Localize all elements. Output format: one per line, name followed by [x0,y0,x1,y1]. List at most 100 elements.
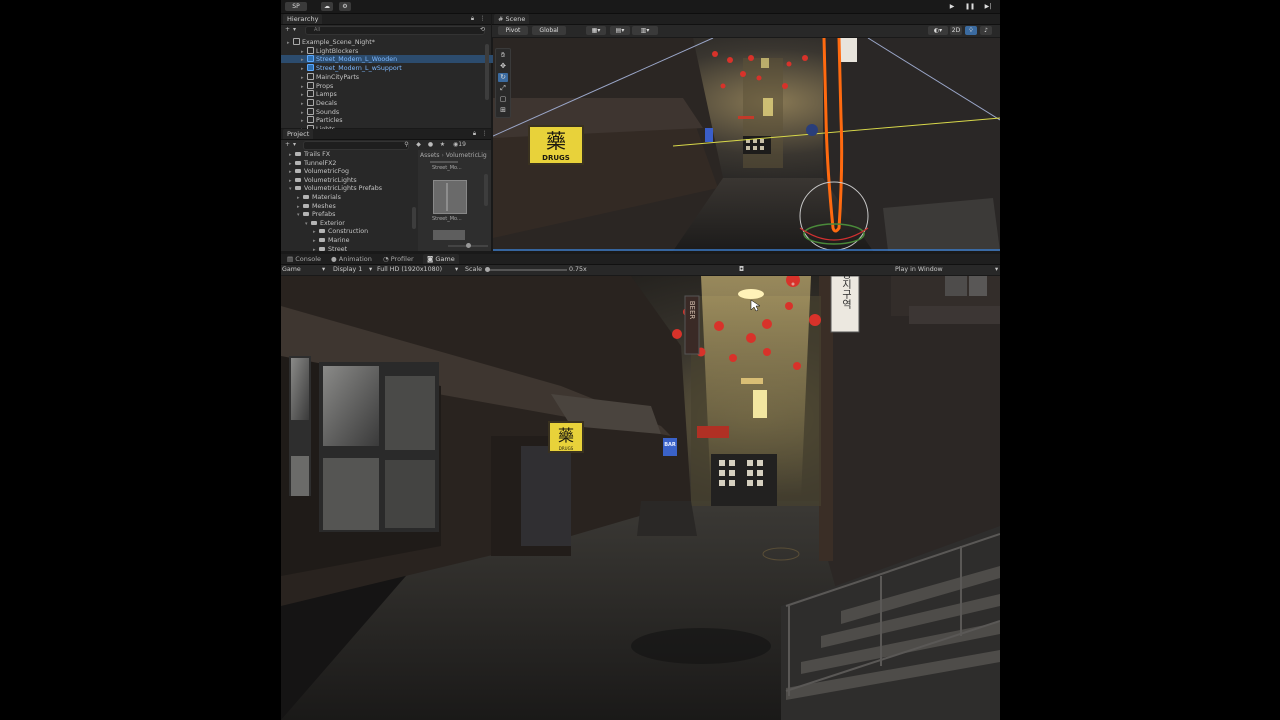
search-options-icon[interactable]: ⟲ [479,26,486,33]
console-icon: ▤ [287,255,294,263]
mode-2d-button[interactable]: 2D [950,26,962,35]
play-icon[interactable]: ▶ [946,2,958,11]
tab-project-label: Project [287,130,310,138]
scale-tool-icon[interactable]: ⤢ [498,84,508,93]
tab-profiler[interactable]: ◔ Profiler [379,254,418,264]
folder-icon [295,160,301,165]
hierarchy-scrollbar[interactable] [485,44,489,100]
add-icon[interactable]: + [284,141,291,148]
hierarchy-item[interactable]: ▸ Sounds [281,107,501,116]
game-sign-drugs-glyph: 藥 [558,426,574,445]
tab-hierarchy[interactable]: Hierarchy [283,14,323,24]
visibility-count-label: 19 [458,141,466,148]
hierarchy-item[interactable]: ▸ Props [281,81,501,90]
tab-project[interactable]: Project [283,129,314,139]
grid-snap-button[interactable]: ▤▾ [610,26,630,35]
add-icon[interactable]: + [284,26,291,33]
hierarchy-item[interactable]: ▸ Particles [281,116,501,124]
tab-animation[interactable]: ● Animation [327,254,376,264]
lighting-toggle-icon[interactable]: 💡︎ [965,26,977,35]
play-mode-label: Play in Window [895,266,943,273]
game-view[interactable]: 승지구역 BEER 藥 DRUGS BAR [281,276,1000,720]
settings-icon[interactable]: ⚙ [339,2,351,11]
hierarchy-search[interactable]: All [305,26,485,35]
rect-tool-icon[interactable]: ▢ [498,95,508,104]
animation-icon: ● [331,255,337,263]
visibility-count[interactable]: ◉19 [453,141,466,148]
project-folder-item[interactable]: ▾ VolumetricLights Prefabs [281,185,419,193]
project-folder-label: Materials [312,194,341,201]
rotate-tool-icon[interactable]: ↻ [498,73,508,82]
project-folder-label: VolumetricLights Prefabs [304,185,383,193]
zoom-slider[interactable] [448,243,488,248]
tab-animation-label: Animation [338,255,372,263]
project-search[interactable] [303,141,409,150]
account-button[interactable]: SP [285,2,307,11]
hierarchy-item[interactable]: ▸ LightBlockers [281,46,501,55]
dropdown-icon[interactable]: ▾ [291,141,298,148]
lock-icon[interactable]: 🔒︎ [471,130,478,137]
hand-tool-icon[interactable]: ✋︎ [498,51,508,60]
project-folder-item[interactable]: ▸ VolumetricFog [281,168,419,176]
asset-thumbnail[interactable] [433,180,467,214]
kebab-icon[interactable]: ⋮ [479,15,486,22]
folder-icon [319,229,325,234]
game-view-dropdown[interactable]: Game ▾ [282,265,326,275]
star-icon[interactable]: ★ [439,141,446,148]
global-dropdown[interactable]: Global [532,26,566,35]
hierarchy-item[interactable]: ▸ Street_Modern_L_wSupport [281,64,501,72]
project-folder-item[interactable]: ▸ VolumetricLights [281,177,419,185]
audio-toggle-icon[interactable]: ♪ [980,26,992,35]
increment-snap-button[interactable]: ▥▾ [632,26,658,35]
folder-icon [295,169,301,174]
cloud-icon[interactable]: ☁ [321,2,333,11]
breadcrumb-folder[interactable]: VolumetricLig [446,152,487,159]
label-icon[interactable]: ◆ [415,141,422,148]
pause-icon[interactable]: ❚❚ [964,2,976,11]
scene-render: 藥 DRUGS [493,38,1000,251]
move-tool-icon[interactable]: ✥ [498,62,508,71]
hierarchy-item[interactable]: ▸ Decals [281,98,501,107]
project-folder-label: TunnelFX2 [304,159,337,167]
asset-thumbnail[interactable] [433,230,465,240]
hierarchy-item[interactable]: ▸ Lamps [281,90,501,98]
play-mode-dropdown[interactable]: Play in Window ▾ [895,265,998,275]
folder-icon [295,152,301,156]
shading-mode-button[interactable]: ◐▾ [928,26,948,35]
folder-scrollbar[interactable] [412,207,416,229]
camera-icon[interactable]: ◘ [739,265,744,275]
filter-icon[interactable]: ⚲ [403,141,410,148]
dropdown-icon[interactable]: ▾ [291,26,298,33]
breadcrumb: Assets › VolumetricLig [420,152,487,159]
pivot-dropdown[interactable]: Pivot [498,26,528,35]
info-icon[interactable]: ● [427,141,434,148]
project-folder-item[interactable]: ▸ Meshes [281,203,427,211]
hierarchy-item[interactable]: ▸ Example_Scene_Night* [281,38,487,46]
hierarchy-search-placeholder: All [314,27,321,33]
hierarchy-item[interactable]: ▸ Street_Modern_L_Wooden [281,55,501,64]
project-folder-item[interactable]: ▸ TunnelFX2 [281,160,419,168]
gameobject-icon [307,72,314,80]
gameobject-icon [307,81,314,89]
project-folder-item[interactable]: ▸ Trails FX [281,151,419,159]
tab-game[interactable]: ◙ Game [423,254,459,264]
display-dropdown[interactable]: Display 1 ▾ [333,265,373,275]
tab-scene[interactable]: # Scene [494,14,530,24]
step-icon[interactable]: ▶| [982,2,994,11]
scene-view[interactable]: 藥 DRUGS [493,38,1000,251]
scale-slider[interactable] [485,267,567,272]
scene-tool-strip: ✋︎ ✥ ↻ ⤢ ▢ ⊞ [495,48,511,118]
breadcrumb-assets[interactable]: Assets [420,152,440,159]
project-folder-item[interactable]: ▾ Prefabs [281,211,427,219]
kebab-icon[interactable]: ⋮ [481,130,488,137]
project-folder-label: VolumetricFog [304,168,349,176]
hierarchy-item[interactable]: ▸ MainCityParts [281,72,501,81]
project-folder-item[interactable]: ▸ Materials [281,194,427,202]
resolution-dropdown[interactable]: Full HD (1920x1080) ▾ [377,265,459,275]
transform-tool-icon[interactable]: ⊞ [498,106,508,115]
snap-dropdown[interactable]: ▦▾ [586,26,606,35]
lock-icon[interactable]: 🔒︎ [469,15,476,22]
tab-console[interactable]: ▤ Console [283,254,325,264]
folder-icon [303,203,309,208]
asset-scrollbar[interactable] [484,174,488,206]
